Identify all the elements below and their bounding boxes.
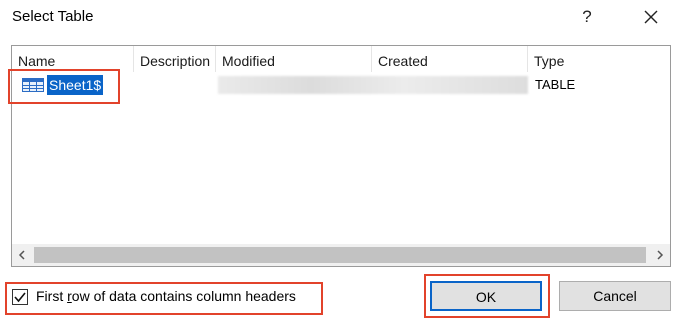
highlight-box-table-name [8,69,120,104]
horizontal-scrollbar[interactable] [12,244,670,266]
column-header-created[interactable]: Created [372,46,528,72]
scrollbar-thumb[interactable] [34,247,646,263]
column-header-type[interactable]: Type [528,46,670,72]
row-type-cell: TABLE [535,77,576,92]
close-button[interactable] [636,4,666,30]
help-button[interactable]: ? [574,4,600,30]
select-table-dialog: Select Table ? Name Description Modified… [0,0,680,323]
row-dates-redacted [218,76,528,94]
highlight-box-ok [424,274,550,318]
chevron-right-icon [657,250,664,260]
close-icon [644,10,658,24]
chevron-left-icon [18,250,25,260]
scroll-left-button[interactable] [12,244,32,266]
dialog-title: Select Table [12,8,94,25]
column-header-modified[interactable]: Modified [216,46,372,72]
highlight-box-headers-option [5,282,323,315]
scroll-right-button[interactable] [650,244,670,266]
cancel-button[interactable]: Cancel [559,281,671,311]
column-header-description[interactable]: Description [134,46,216,72]
title-bar: Select Table ? [0,0,680,34]
